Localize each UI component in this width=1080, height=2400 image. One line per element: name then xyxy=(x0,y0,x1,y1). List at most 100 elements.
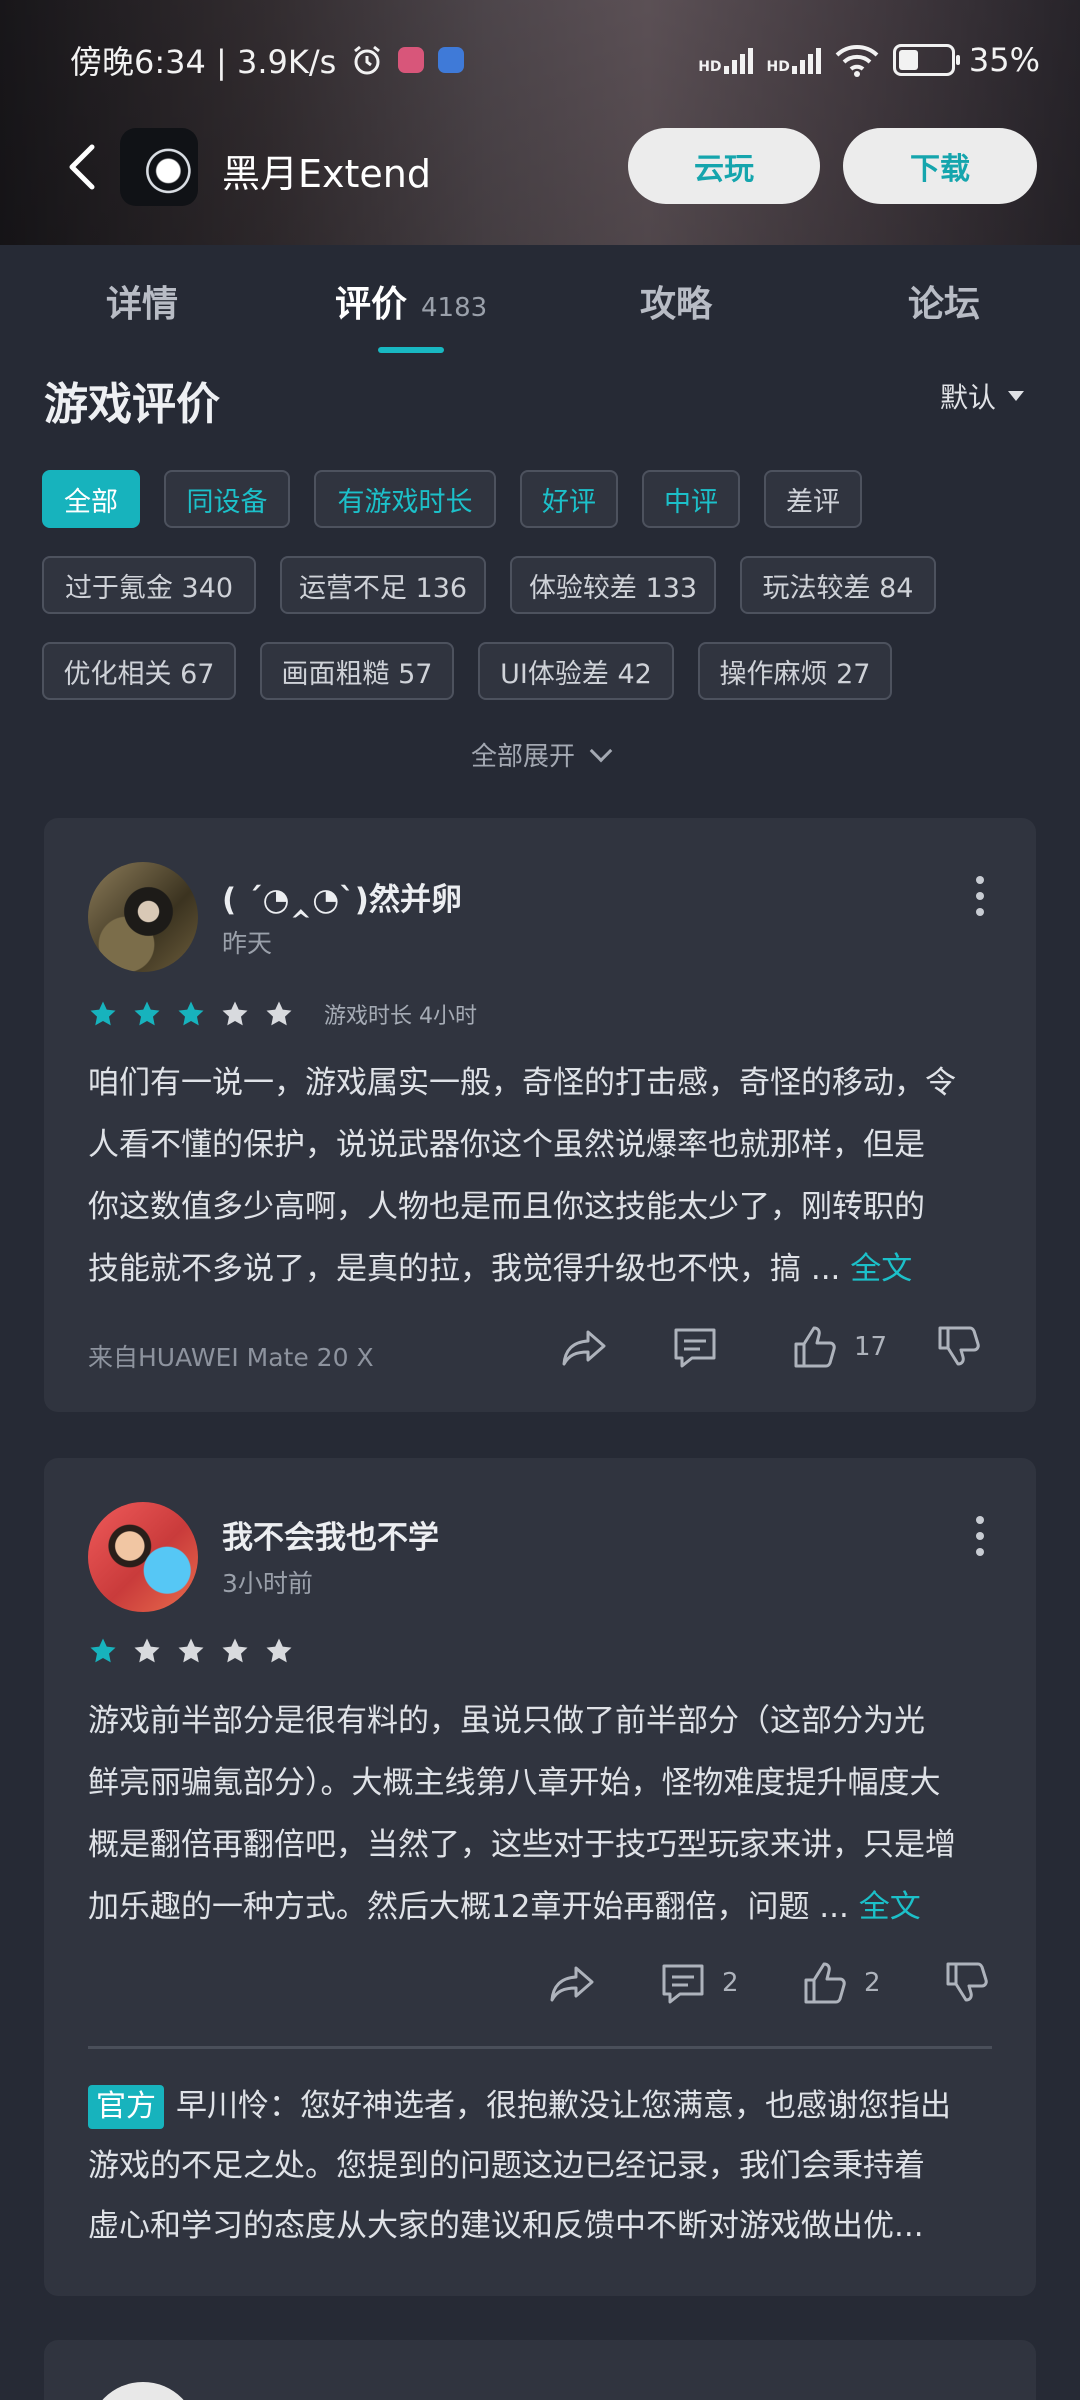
section-title: 游戏评价 xyxy=(44,379,220,430)
review-body[interactable]: 游戏前半部分是很有料的，虽说只做了前半部分（这部分为光 鲜亮丽骗氪部分）。大概主… xyxy=(88,1690,988,1938)
star-empty-icon xyxy=(266,1001,292,1026)
review-line: 你这数值多少高啊，人物也是而且你这技能太少了，刚转职的 xyxy=(88,1189,925,1225)
review-line: 咱们有一说一，游戏属实一般，奇怪的打击感，奇怪的移动，令 xyxy=(88,1065,956,1101)
official-reply[interactable]: 官方 早川怜：您好神选者，很抱歉没让您满意，也感谢您指出 游戏的不足之处。您提到的… xyxy=(88,2076,998,2256)
filter-negative[interactable]: 差评 xyxy=(764,470,862,528)
wifi-icon xyxy=(835,45,879,77)
tab-details[interactable]: 详情 xyxy=(106,275,178,327)
tag-chip[interactable]: 过于氪金 340 xyxy=(42,556,256,614)
review-line: 技能就不多说了，是真的拉，我觉得升级也不快，搞 ... xyxy=(88,1251,851,1287)
like-button[interactable]: 17 xyxy=(790,1322,887,1372)
review-time: 3小时前 xyxy=(222,1569,313,1598)
review-time: 昨天 xyxy=(222,929,273,958)
star-empty-icon xyxy=(222,1638,248,1663)
comment-icon xyxy=(674,1328,716,1368)
expand-all-label: 全部展开 xyxy=(470,742,575,772)
review-line: 人看不懂的保护，说说武器你这个虽然说爆率也就那样，但是 xyxy=(88,1127,925,1163)
tab-forum-label: 论坛 xyxy=(908,284,981,325)
dislike-button[interactable] xyxy=(942,1958,992,2008)
share-button[interactable] xyxy=(548,1958,598,2008)
sort-label: 默认 xyxy=(939,381,996,414)
full-text-link[interactable]: 全文 xyxy=(859,1889,921,1925)
review-line: 游戏前半部分是很有料的，虽说只做了前半部分（这部分为光 xyxy=(88,1703,925,1739)
review-username[interactable]: ( ´◔‸◔`)然并卵 xyxy=(222,874,462,919)
tag-chip[interactable]: 运营不足 136 xyxy=(280,556,486,614)
star-rating: 游戏时长 4小时 xyxy=(88,998,477,1030)
device-info: 来自HUAWEI Mate 20 X xyxy=(88,1343,374,1372)
status-bar: 傍晚6:34 | 3.9K/s HD HD 35% xyxy=(70,30,1040,90)
expand-all-button[interactable]: 全部展开 xyxy=(0,736,1080,773)
star-filled-icon xyxy=(90,1638,116,1663)
thumbs-up-icon xyxy=(794,1326,836,1368)
avatar[interactable] xyxy=(88,2382,198,2400)
comment-button[interactable]: 2 xyxy=(658,1958,739,2008)
comment-button[interactable] xyxy=(670,1322,720,1372)
tag-chip[interactable]: 操作麻烦 27 xyxy=(698,642,892,700)
sort-dropdown[interactable]: 默认 xyxy=(940,376,1024,416)
more-options-icon[interactable] xyxy=(976,876,984,924)
tag-chip[interactable]: 优化相关 67 xyxy=(42,642,236,700)
playtime: 游戏时长 4小时 xyxy=(324,1004,477,1029)
review-count: 4183 xyxy=(421,293,488,323)
tab-reviews[interactable]: 评价 4183 xyxy=(335,275,487,327)
filter-neutral[interactable]: 中评 xyxy=(642,470,740,528)
share-button[interactable] xyxy=(560,1322,610,1372)
tab-bar: 详情 评价 4183 攻略 论坛 xyxy=(0,245,1080,355)
tab-guides[interactable]: 攻略 xyxy=(640,275,712,327)
review-line: 鲜亮丽骗氪部分）。大概主线第八章开始，怪物难度提升幅度大 xyxy=(88,1765,941,1801)
download-button[interactable]: 下载 xyxy=(843,128,1037,204)
filter-positive[interactable]: 好评 xyxy=(520,470,618,528)
filter-same-device[interactable]: 同设备 xyxy=(164,470,290,528)
thumbs-up-icon xyxy=(804,1962,846,2004)
battery-icon xyxy=(892,44,960,76)
divider xyxy=(88,2046,992,2049)
star-empty-icon xyxy=(134,1638,160,1663)
active-tab-indicator xyxy=(378,347,444,353)
star-rating xyxy=(88,1636,294,1666)
tab-details-label: 详情 xyxy=(106,284,179,325)
alarm-icon xyxy=(354,45,381,75)
tag-chip[interactable]: 玩法较差 84 xyxy=(740,556,936,614)
tab-forum[interactable]: 论坛 xyxy=(908,275,980,327)
review-body[interactable]: 咱们有一说一，游戏属实一般，奇怪的打击感，奇怪的移动，令 人看不懂的保护，说说武… xyxy=(88,1052,988,1300)
review-line: 加乐趣的一种方式。然后大概12章开始再翻倍，问题 ... xyxy=(88,1889,859,1925)
review-card-partial xyxy=(44,2340,1036,2400)
avatar[interactable] xyxy=(88,862,198,972)
tag-chip[interactable]: UI体验差 42 xyxy=(478,642,674,700)
avatar[interactable] xyxy=(88,1502,198,1612)
tab-reviews-label: 评价 xyxy=(335,284,408,325)
review-card: ( ´◔‸◔`)然并卵 昨天 游戏时长 4小时 咱们有一说一，游戏属实一般，奇怪… xyxy=(44,818,1036,1412)
notification-app-icon xyxy=(398,47,425,73)
dislike-button[interactable] xyxy=(934,1322,984,1372)
chevron-down-icon xyxy=(589,739,613,763)
game-title: 黑月Extend xyxy=(222,152,431,196)
reply-line: 早川怜：您好神选者，很抱歉没让您满意，也感谢您指出 xyxy=(176,2088,951,2124)
filter-has-playtime[interactable]: 有游戏时长 xyxy=(314,470,496,528)
comment-count: 2 xyxy=(722,1968,739,1998)
like-button[interactable]: 2 xyxy=(800,1958,881,2008)
share-icon xyxy=(562,1330,606,1366)
signal-icon-1: HD xyxy=(698,46,753,74)
tag-chip[interactable]: 体验较差 133 xyxy=(510,556,716,614)
more-options-icon[interactable] xyxy=(976,1516,984,1564)
comment-icon xyxy=(662,1964,704,2004)
review-username[interactable]: 我不会我也不学 xyxy=(222,1512,439,1557)
back-arrow-icon[interactable] xyxy=(60,143,108,191)
review-line: 概是翻倍再翻倍吧，当然了，这些对于技巧型玩家来讲，只是增 xyxy=(88,1827,956,1863)
cloud-play-button[interactable]: 云玩 xyxy=(628,128,820,204)
star-filled-icon xyxy=(90,1001,116,1026)
status-time: 傍晚6:34 | 3.9K/s xyxy=(70,43,337,81)
star-empty-icon xyxy=(178,1638,204,1663)
tag-chip[interactable]: 画面粗糙 57 xyxy=(260,642,454,700)
signal-icon-2: HD xyxy=(767,46,821,74)
full-text-link[interactable]: 全文 xyxy=(850,1251,912,1287)
title-bar: 黑月Extend 云玩 下载 xyxy=(0,125,1080,210)
thumbs-down-icon xyxy=(938,1326,980,1366)
star-empty-icon xyxy=(222,1001,248,1026)
notification-app-icon-2 xyxy=(438,47,465,73)
game-icon xyxy=(120,128,198,206)
tab-guides-label: 攻略 xyxy=(640,284,713,325)
filter-all[interactable]: 全部 xyxy=(42,470,140,528)
official-badge: 官方 xyxy=(88,2085,164,2129)
thumbs-down-icon xyxy=(946,1962,988,2002)
